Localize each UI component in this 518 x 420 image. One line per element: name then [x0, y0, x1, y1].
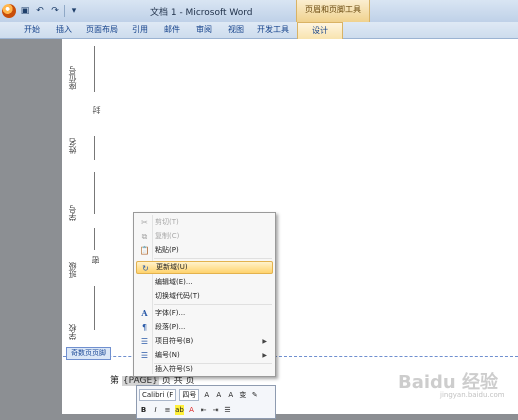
quick-access-toolbar: ▣ ↶ ↷ ▾ [2, 3, 80, 19]
menu-item-bullets[interactable]: ☰ 项目符号(B) ▶ [136, 335, 273, 348]
menu-item-numbering[interactable]: ☰ 编号(N) ▶ [136, 349, 273, 362]
update-field-icon: ↻ [142, 264, 149, 273]
menu-item-font[interactable]: A 字体(F)... [136, 307, 273, 320]
save-icon[interactable]: ▣ [19, 5, 31, 17]
mini-toolbar: Calibri (F 四号 A A A 变 ✎ B I ≡ ab A ⇤ ⇥ ☰ [136, 385, 276, 419]
watermark-url: jingyan.baidu.com [440, 391, 505, 399]
menu-item-label: 字体(F)... [155, 309, 186, 317]
menu-item-label: 切换域代码(T) [155, 292, 200, 300]
paragraph-icon: ¶ [141, 323, 148, 332]
numbering-icon: ☰ [140, 351, 149, 360]
menu-item-label: 项目符号(B) [155, 337, 194, 345]
center-align-icon[interactable]: ≡ [163, 405, 172, 415]
tab-home[interactable]: 开始 [24, 24, 40, 35]
school-label: 学校 [68, 324, 77, 340]
grow-font-icon[interactable]: A [202, 390, 211, 400]
tab-references[interactable]: 引用 [132, 24, 148, 35]
field-prefix: 第 [110, 376, 120, 386]
ribbon-tab-bar: 开始 插入 页面布局 引用 邮件 审阅 视图 开发工具 设计 [0, 22, 518, 39]
menu-item-label: 编辑域(E)... [155, 278, 193, 286]
bold-icon[interactable]: B [139, 405, 148, 415]
tab-page-layout[interactable]: 页面布局 [86, 24, 118, 35]
footer-boundary-line [63, 356, 518, 357]
undo-icon[interactable]: ↶ [34, 5, 46, 17]
font-name-box[interactable]: Calibri (F [139, 388, 177, 401]
decrease-indent-icon[interactable]: ⇤ [199, 405, 208, 415]
cut-icon: ✂ [141, 218, 148, 227]
increase-indent-icon[interactable]: ⇥ [211, 405, 220, 415]
student-id-label: 学号 [68, 205, 77, 221]
binding-line [94, 46, 95, 92]
tab-mailings[interactable]: 邮件 [164, 24, 180, 35]
tab-insert[interactable]: 插入 [56, 24, 72, 35]
name-label: 姓名 [68, 138, 77, 154]
menu-separator [154, 304, 272, 305]
submenu-arrow-icon: ▶ [262, 352, 267, 359]
qat-divider [64, 5, 65, 17]
menu-item-label: 段落(P)... [155, 323, 186, 331]
mini-toolbar-row-2: B I ≡ ab A ⇤ ⇥ ☰ [139, 403, 232, 416]
copy-icon: ⧉ [141, 232, 148, 241]
menu-item-edit-field[interactable]: 编辑域(E)... [136, 276, 273, 289]
menu-item-update-field[interactable]: ↻ 更新域(U) [136, 261, 273, 274]
class-label: 班级 [68, 262, 77, 278]
mini-toolbar-row-1: Calibri (F 四号 A A A 变 ✎ [139, 388, 259, 401]
tab-developer[interactable]: 开发工具 [257, 24, 289, 35]
window-title: 文档 1 - Microsoft Word [150, 8, 253, 18]
italic-icon[interactable]: I [151, 405, 160, 415]
font-icon: A [141, 308, 148, 318]
clear-format-icon[interactable]: A [226, 390, 235, 400]
document-page[interactable] [62, 39, 518, 414]
shrink-font-icon[interactable]: A [214, 390, 223, 400]
seal-char-mi: 密 [91, 256, 100, 264]
menu-item-label: 插入符号(S) [155, 365, 193, 373]
binding-line [94, 172, 95, 214]
tab-review[interactable]: 审阅 [196, 24, 212, 35]
seal-char-feng: 封 [92, 106, 101, 114]
submenu-arrow-icon: ▶ [262, 338, 267, 345]
highlight-icon[interactable]: ab [175, 404, 184, 415]
seat-number-label: 座位号 [68, 66, 77, 90]
format-painter-icon[interactable]: ✎ [250, 390, 259, 400]
menu-item-paragraph[interactable]: ¶ 段落(P)... [136, 321, 273, 334]
font-size-box[interactable]: 四号 [179, 388, 200, 401]
context-menu: ✂ 剪切(T) ⧉ 复制(C) 📋 粘贴(P) ↻ 更新域(U) 编辑域(E).… [133, 212, 276, 377]
menu-item-label: 编号(N) [155, 351, 180, 359]
font-color-icon[interactable]: A [187, 405, 196, 415]
tab-design[interactable]: 设计 [297, 22, 343, 39]
binding-line [94, 286, 95, 330]
tab-view[interactable]: 视图 [228, 24, 244, 35]
menu-item-copy[interactable]: ⧉ 复制(C) [136, 230, 273, 243]
bullets-icon: ☰ [140, 337, 149, 346]
menu-item-label: 更新域(U) [156, 263, 188, 271]
customize-qat-icon[interactable]: ▾ [68, 5, 80, 17]
paste-icon: 📋 [139, 246, 150, 255]
redo-icon[interactable]: ↷ [49, 5, 61, 17]
bullets-icon[interactable]: ☰ [223, 405, 232, 415]
menu-item-label: 粘贴(P) [155, 246, 179, 254]
menu-item-insert-symbol[interactable]: 插入符号(S) [136, 363, 273, 376]
context-tab-group-title: 页眉和页脚工具 [296, 0, 370, 22]
menu-item-toggle-field-codes[interactable]: 切换域代码(T) [136, 290, 273, 303]
phonetic-guide-icon[interactable]: 变 [238, 390, 247, 400]
menu-separator [154, 258, 272, 259]
menu-item-label: 复制(C) [155, 232, 180, 240]
binding-line [94, 228, 95, 250]
odd-page-footer-tag: 奇数页页脚 [66, 347, 111, 360]
menu-item-label: 剪切(T) [155, 218, 179, 226]
title-bar: ▣ ↶ ↷ ▾ 文档 1 - Microsoft Word 页眉和页脚工具 [0, 0, 518, 22]
menu-item-paste[interactable]: 📋 粘贴(P) [136, 244, 273, 257]
binding-line [94, 136, 95, 160]
office-button-icon[interactable] [2, 4, 16, 18]
menu-item-cut[interactable]: ✂ 剪切(T) [136, 216, 273, 229]
